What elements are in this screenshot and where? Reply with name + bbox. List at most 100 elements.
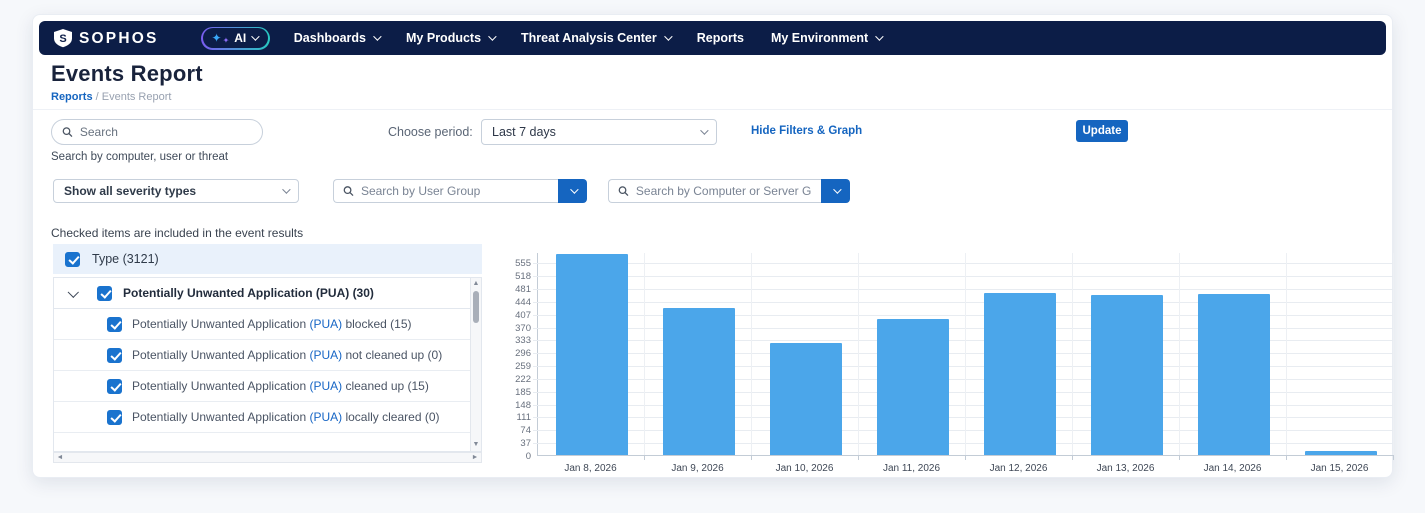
chart-bar[interactable] (983, 292, 1056, 455)
choose-period-label: Choose period: (388, 125, 473, 139)
nav-item-my-products[interactable]: My Products (406, 31, 497, 45)
scroll-down-icon[interactable]: ▼ (471, 440, 481, 450)
user-group-search-box (333, 179, 558, 203)
y-axis-tick-label: 111 (516, 412, 531, 424)
hide-filters-graph-link[interactable]: Hide Filters & Graph (751, 125, 862, 137)
chart-bar[interactable] (662, 308, 735, 455)
chevron-down-icon (251, 32, 260, 41)
horizontal-scrollbar[interactable]: ◄ ► (53, 452, 482, 463)
y-axis-tick-label: 370 (515, 322, 531, 334)
update-button[interactable]: Update (1076, 120, 1128, 142)
tree-rows: Potentially Unwanted Application (PUA) (… (54, 278, 470, 451)
tree-group-label: Potentially Unwanted Application (PUA) (… (123, 286, 374, 300)
tree-item-label: Potentially Unwanted Application (PUA) l… (132, 410, 440, 424)
nav-item-dashboards[interactable]: Dashboards (293, 31, 382, 45)
vertical-scrollbar[interactable]: ▲ ▼ (470, 278, 481, 451)
y-axis-tick-label: 0 (525, 451, 531, 462)
severity-select[interactable]: Show all severity types (53, 179, 299, 203)
computer-group-search (608, 179, 850, 203)
category-gridline (1179, 253, 1180, 455)
chevron-down-icon (875, 32, 884, 41)
scroll-left-icon[interactable]: ◄ (55, 453, 65, 463)
chevron-down-icon (373, 32, 382, 41)
ai-label: AI (234, 31, 247, 45)
tree-group-pua[interactable]: Potentially Unwanted Application (PUA) (… (54, 278, 470, 309)
x-axis-tick (965, 455, 966, 460)
breadcrumb-current: Events Report (101, 91, 172, 103)
nav-item-my-environment[interactable]: My Environment (771, 31, 884, 45)
label-text: Potentially Unwanted Application (132, 348, 310, 362)
breadcrumb-reports-link[interactable]: Reports (51, 91, 93, 103)
checkbox-checked[interactable] (107, 378, 122, 394)
label-text: not cleaned up (0) (342, 348, 443, 362)
computer-group-search-box (608, 179, 821, 203)
search-icon (62, 127, 73, 137)
nav-label: Dashboards (293, 31, 367, 45)
tree-item-pua-blocked[interactable]: Potentially Unwanted Application (PUA) b… (54, 309, 470, 340)
pua-link[interactable]: (PUA) (309, 379, 342, 393)
tree-root-type[interactable]: Type (3121) (53, 244, 482, 274)
sophos-logo[interactable]: S SOPHOS (53, 28, 183, 48)
breadcrumb: Reports / Events Report (51, 91, 171, 103)
scroll-up-icon[interactable]: ▲ (471, 279, 481, 289)
top-navbar: S SOPHOS ✦ ✦ AI Dashboards My Products T… (39, 21, 1386, 55)
pua-link[interactable]: (PUA) (309, 410, 342, 424)
search-input[interactable] (79, 125, 252, 139)
checkbox-checked[interactable] (107, 316, 122, 332)
y-axis-tick-label: 333 (515, 335, 531, 347)
nav-item-reports[interactable]: Reports (697, 31, 744, 45)
chart-bar[interactable] (1304, 450, 1377, 455)
period-value: Last 7 days (492, 125, 556, 139)
y-axis-tick-label: 185 (515, 386, 531, 398)
x-axis-label: Jan 15, 2026 (1310, 463, 1369, 474)
chart-bar[interactable] (1197, 294, 1270, 455)
x-axis-tick (1072, 455, 1073, 460)
y-axis-tick-label: 296 (515, 348, 531, 360)
tree-item-label: Potentially Unwanted Application (PUA) b… (132, 317, 412, 331)
chart-plot (533, 253, 1394, 460)
page-title: Events Report (51, 61, 203, 86)
y-gridline (533, 263, 1394, 265)
chart-bar[interactable] (555, 253, 628, 455)
computer-group-dropdown-button[interactable] (821, 179, 850, 203)
pua-link[interactable]: (PUA) (309, 317, 342, 331)
tree-item-pua-locally-cleared[interactable]: Potentially Unwanted Application (PUA) l… (54, 402, 470, 433)
ai-assistant-button[interactable]: ✦ ✦ AI (201, 26, 270, 50)
chart-bar[interactable] (876, 318, 949, 455)
checkbox-checked[interactable] (107, 409, 122, 425)
user-group-search-input[interactable] (360, 184, 549, 198)
nav-item-threat-analysis-center[interactable]: Threat Analysis Center (521, 31, 673, 45)
computer-group-search-input[interactable] (635, 184, 812, 198)
x-axis-label: Jan 11, 2026 (882, 463, 941, 474)
sparkle-icon: ✦ (211, 31, 222, 45)
vertical-scroll-thumb[interactable] (473, 291, 479, 323)
svg-text:S: S (59, 33, 66, 45)
period-select[interactable]: Last 7 days (481, 119, 717, 145)
user-group-dropdown-button[interactable] (558, 179, 587, 203)
label-text: Potentially Unwanted Application (132, 410, 310, 424)
pua-link[interactable]: (PUA) (309, 348, 342, 362)
chevron-down-icon (282, 185, 291, 194)
tree-item-pua-not-cleaned[interactable]: Potentially Unwanted Application (PUA) n… (54, 340, 470, 371)
label-text: locally cleared (0) (342, 410, 440, 424)
checkbox-checked[interactable] (107, 347, 122, 363)
tree-item-label: Potentially Unwanted Application (PUA) n… (132, 348, 442, 362)
y-axis-tick-label: 222 (515, 373, 531, 385)
y-axis-tick-label: 259 (515, 361, 531, 373)
checkbox-checked[interactable] (97, 285, 112, 301)
chevron-down-icon (569, 185, 579, 194)
chevron-down-icon[interactable] (67, 286, 79, 298)
y-axis-tick-label: 407 (515, 309, 531, 321)
label-text: cleaned up (15) (342, 379, 429, 393)
chart-bar[interactable] (769, 343, 842, 455)
x-axis-label: Jan 8, 2026 (564, 463, 617, 474)
label-text: Potentially Unwanted Application (132, 379, 310, 393)
y-axis-tick-label: 555 (515, 258, 531, 270)
tree-item-pua-cleaned[interactable]: Potentially Unwanted Application (PUA) c… (54, 371, 470, 402)
category-gridline (1286, 253, 1287, 455)
chart-bar[interactable] (1090, 294, 1163, 455)
nav-label: Threat Analysis Center (521, 31, 657, 45)
checkbox-checked[interactable] (65, 251, 80, 267)
sophos-logo-graphic: S SOPHOS (54, 29, 156, 48)
scroll-right-icon[interactable]: ► (470, 453, 480, 463)
